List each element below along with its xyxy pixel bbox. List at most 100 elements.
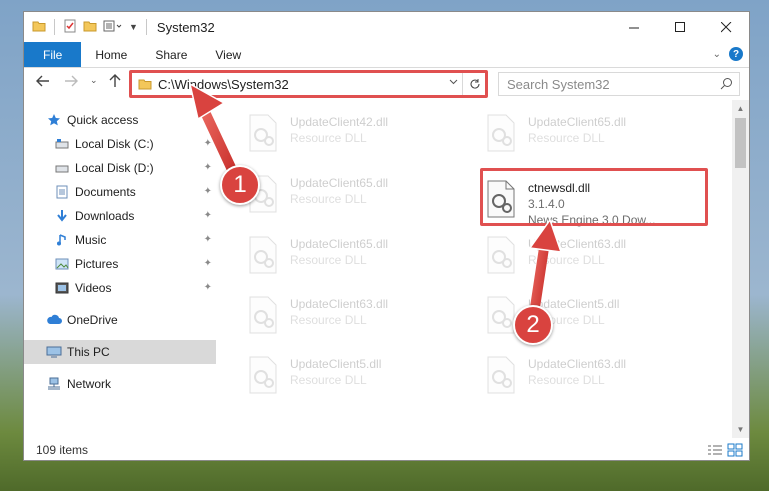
pin-icon[interactable]: ✦ bbox=[204, 162, 212, 173]
file-type: Resource DLL bbox=[290, 253, 367, 267]
sidebar-item-label: This PC bbox=[67, 345, 110, 359]
maximize-button[interactable] bbox=[657, 12, 703, 42]
list-item[interactable]: UpdateClient63.dll Resource DLL bbox=[484, 235, 704, 281]
dll-file-icon bbox=[249, 236, 277, 274]
music-icon bbox=[54, 233, 70, 247]
quick-access-toolbar: ▼ bbox=[32, 19, 149, 36]
pin-icon[interactable]: ✦ bbox=[204, 210, 212, 221]
file-type: Resource DLL bbox=[528, 373, 605, 387]
window-controls bbox=[611, 12, 749, 42]
sidebar-item-label: Pictures bbox=[75, 257, 119, 271]
customize-toolbar-icon[interactable] bbox=[103, 19, 123, 36]
tiles-view-icon[interactable] bbox=[727, 443, 743, 460]
list-item[interactable]: UpdateClient65.dll Resource DLL bbox=[246, 174, 466, 220]
sidebar-item-videos[interactable]: Videos ✦ bbox=[24, 276, 216, 300]
callout-badge-1: 1 bbox=[220, 165, 260, 205]
back-arrow-icon[interactable] bbox=[36, 74, 50, 92]
navigation-row: ⌄ C:\Windows\System32 Search System32 bbox=[24, 69, 749, 99]
sidebar-item-quick-access[interactable]: Quick access bbox=[24, 108, 216, 132]
pin-icon[interactable]: ✦ bbox=[204, 282, 212, 293]
expand-ribbon-icon[interactable]: ⌄ bbox=[713, 49, 721, 60]
sidebar-item-onedrive[interactable]: OneDrive bbox=[24, 308, 216, 332]
chevron-down-icon[interactable]: ▼ bbox=[129, 22, 138, 32]
sidebar-item-network[interactable]: Network bbox=[24, 372, 216, 396]
sidebar-item-label: Local Disk (D:) bbox=[75, 161, 154, 175]
up-arrow-icon[interactable] bbox=[108, 74, 122, 92]
tab-view[interactable]: View bbox=[201, 42, 255, 67]
sidebar-item-documents[interactable]: Documents ✦ bbox=[24, 180, 216, 204]
sidebar-item-label: Quick access bbox=[67, 113, 139, 127]
list-item[interactable]: UpdateClient5.dll Resource DLL bbox=[246, 355, 466, 401]
list-item[interactable]: UpdateClient65.dll Resource DLL bbox=[246, 235, 466, 281]
download-icon bbox=[54, 209, 70, 223]
pin-icon[interactable]: ✦ bbox=[204, 186, 212, 197]
close-button[interactable] bbox=[703, 12, 749, 42]
search-icon[interactable] bbox=[720, 77, 733, 93]
scroll-down-icon[interactable]: ▼ bbox=[732, 421, 749, 438]
toolbar-divider bbox=[54, 19, 55, 35]
dll-file-icon bbox=[249, 296, 277, 334]
sidebar-item-downloads[interactable]: Downloads ✦ bbox=[24, 204, 216, 228]
list-item[interactable]: UpdateClient63.dll Resource DLL bbox=[246, 295, 466, 341]
ribbon-right-controls: ⌄ ? bbox=[713, 47, 743, 61]
new-folder-icon[interactable] bbox=[83, 19, 97, 36]
tab-home[interactable]: Home bbox=[81, 42, 141, 67]
file-type: Resource DLL bbox=[528, 253, 605, 267]
scrollbar-thumb[interactable] bbox=[735, 118, 746, 168]
list-item[interactable]: UpdateClient42.dll Resource DLL bbox=[246, 113, 466, 159]
file-name: UpdateClient65.dll bbox=[290, 237, 389, 251]
sidebar-item-label: Documents bbox=[75, 185, 136, 199]
file-name: UpdateClient65.dll bbox=[290, 176, 389, 190]
dll-file-icon bbox=[249, 356, 277, 394]
tab-file[interactable]: File bbox=[24, 42, 82, 67]
file-name: UpdateClient42.dll bbox=[290, 115, 389, 129]
computer-icon bbox=[46, 345, 62, 359]
toolbar-divider bbox=[145, 19, 147, 35]
sidebar-item-local-disk-d[interactable]: Local Disk (D:) ✦ bbox=[24, 156, 216, 180]
callout-badge-2: 2 bbox=[513, 305, 553, 345]
view-toggle bbox=[707, 443, 743, 460]
dll-file-icon bbox=[487, 114, 515, 152]
properties-icon[interactable] bbox=[63, 19, 77, 36]
file-name: UpdateClient63.dll bbox=[528, 357, 627, 371]
sidebar-item-pictures[interactable]: Pictures ✦ bbox=[24, 252, 216, 276]
pictures-icon bbox=[54, 257, 70, 271]
tab-share[interactable]: Share bbox=[141, 42, 201, 67]
minimize-button[interactable] bbox=[611, 12, 657, 42]
search-input[interactable]: Search System32 bbox=[498, 72, 740, 96]
list-item[interactable]: UpdateClient63.dll Resource DLL bbox=[484, 355, 704, 401]
drive-icon bbox=[54, 137, 70, 151]
vertical-scrollbar[interactable]: ▲ ▼ bbox=[732, 100, 749, 438]
sidebar-item-this-pc[interactable]: This PC bbox=[24, 340, 216, 364]
ribbon-tabs: File Home Share View ⌄ ? bbox=[24, 42, 749, 68]
scroll-up-icon[interactable]: ▲ bbox=[732, 100, 749, 117]
sidebar-item-label: Local Disk (C:) bbox=[75, 137, 154, 151]
sidebar-item-label: OneDrive bbox=[67, 313, 118, 327]
list-item[interactable]: UpdateClient65.dll Resource DLL bbox=[484, 113, 704, 159]
title-bar: ▼ System32 bbox=[24, 12, 749, 42]
cloud-icon bbox=[46, 313, 62, 327]
recent-locations-icon[interactable]: ⌄ bbox=[90, 75, 98, 86]
sidebar-item-local-disk-c[interactable]: Local Disk (C:) ✦ bbox=[24, 132, 216, 156]
pin-icon[interactable]: ✦ bbox=[204, 138, 212, 149]
sidebar-item-label: Downloads bbox=[75, 209, 135, 223]
file-name: UpdateClient65.dll bbox=[528, 115, 627, 129]
details-view-icon[interactable] bbox=[707, 443, 723, 460]
file-highlight-box bbox=[480, 168, 708, 226]
window-title: System32 bbox=[156, 19, 215, 35]
pin-icon[interactable]: ✦ bbox=[204, 234, 212, 245]
dll-file-icon bbox=[487, 236, 515, 274]
dll-file-icon bbox=[487, 356, 515, 394]
file-type: Resource DLL bbox=[290, 192, 367, 206]
sidebar-item-label: Music bbox=[75, 233, 107, 247]
sidebar-item-music[interactable]: Music ✦ bbox=[24, 228, 216, 252]
folder-icon bbox=[32, 19, 46, 36]
pin-icon[interactable]: ✦ bbox=[204, 258, 212, 269]
forward-arrow-icon[interactable] bbox=[64, 74, 78, 92]
sidebar-item-label: Videos bbox=[75, 281, 112, 295]
explorer-window: ▼ System32 File Home Share View ⌄ ? ⌄ C:… bbox=[23, 11, 750, 461]
item-count: 109 items bbox=[36, 443, 89, 457]
help-icon[interactable]: ? bbox=[729, 47, 743, 61]
sidebar-item-label: Network bbox=[67, 377, 112, 391]
file-type: Resource DLL bbox=[290, 131, 367, 145]
